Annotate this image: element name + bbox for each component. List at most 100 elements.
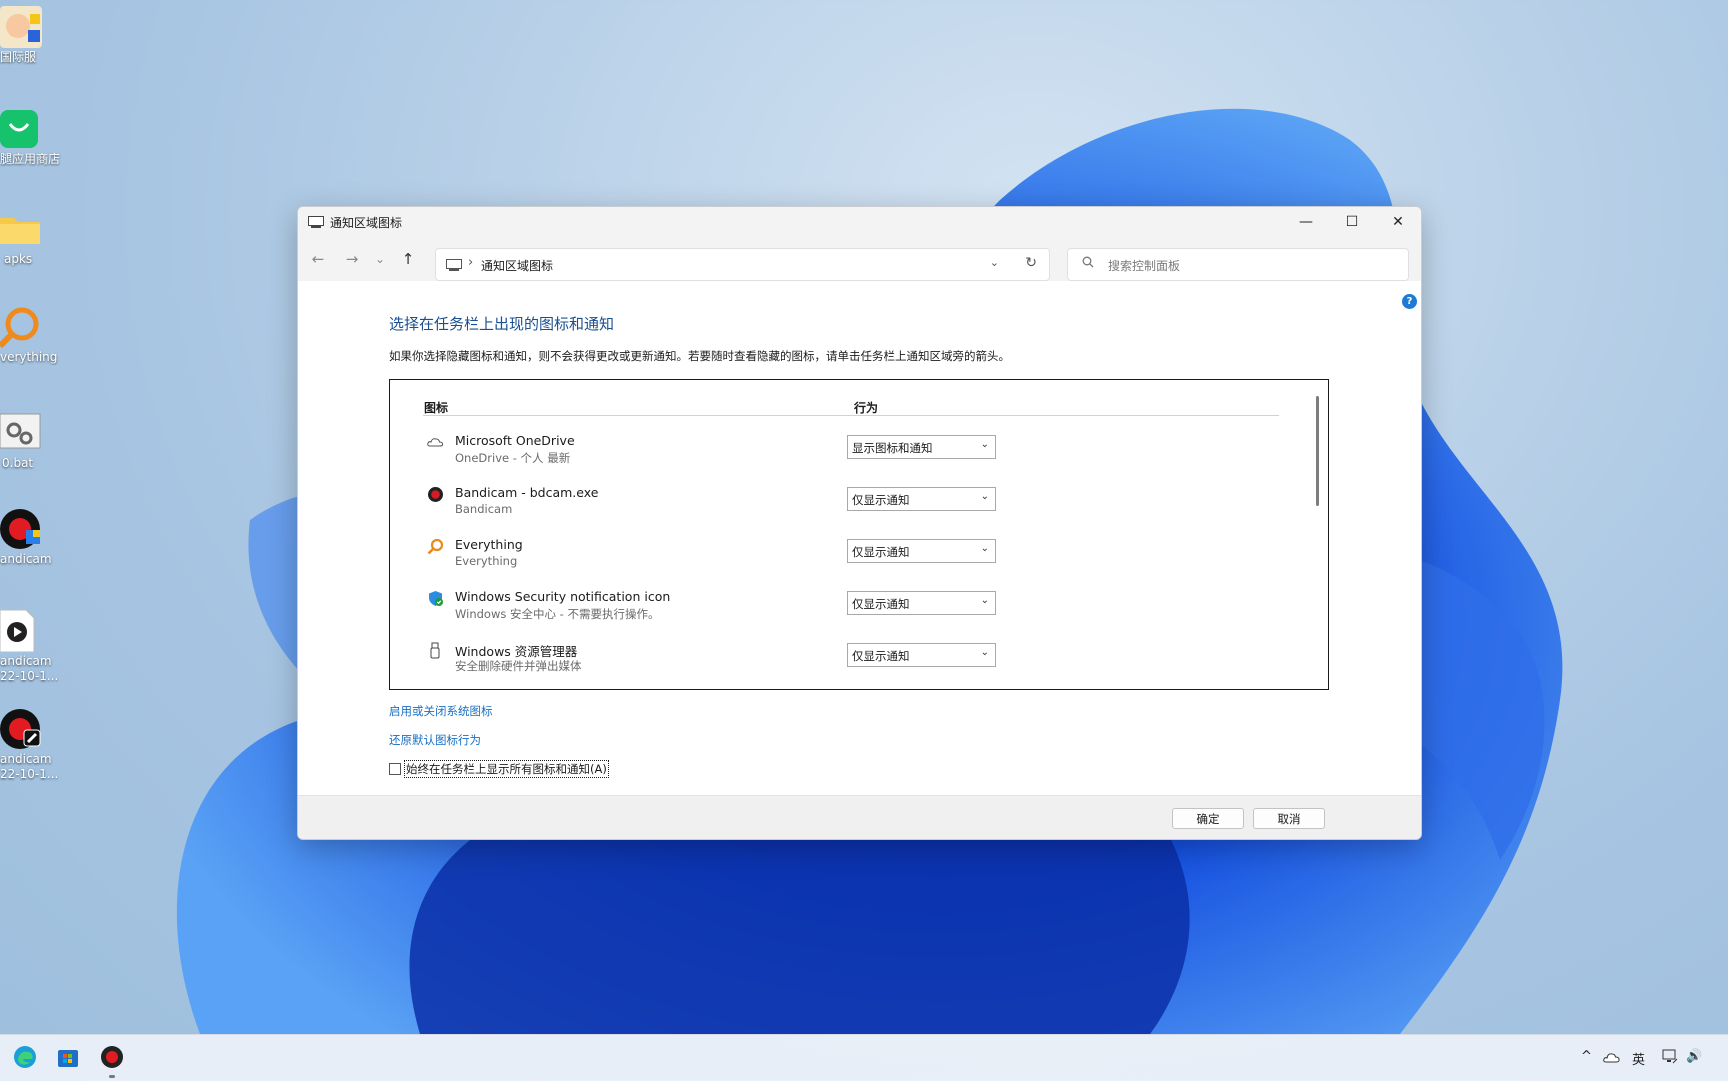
maximize-button[interactable]: ☐ bbox=[1329, 207, 1375, 237]
list-item: Bandicam - bdcam.exe Bandicam 仅显示通知 ⌄ bbox=[427, 481, 1307, 525]
desktop-icon-label: andicam bbox=[0, 654, 52, 668]
desktop-icon-label: 国际服 bbox=[0, 50, 37, 64]
control-panel-icon bbox=[308, 216, 324, 228]
search-icon bbox=[1082, 256, 1094, 268]
back-button[interactable]: ← bbox=[308, 249, 328, 269]
behavior-value: 显示图标和通知 bbox=[852, 441, 933, 455]
address-dropdown-button[interactable]: ⌄ bbox=[990, 256, 999, 269]
header-divider bbox=[423, 415, 1279, 416]
chevron-down-icon: ⌄ bbox=[980, 647, 989, 658]
taskbar: ^ 英 🔊 bbox=[0, 1034, 1728, 1081]
control-panel-icon bbox=[446, 259, 462, 271]
list-item: Microsoft OneDrive OneDrive - 个人 最新 显示图标… bbox=[427, 429, 1307, 473]
chevron-down-icon: ⌄ bbox=[980, 491, 989, 502]
column-header-icon: 图标 bbox=[424, 401, 449, 415]
desktop-icon-everything[interactable]: verything bbox=[0, 306, 70, 365]
ime-indicator[interactable]: 英 bbox=[1632, 1049, 1645, 1068]
store-icon[interactable] bbox=[55, 1044, 81, 1070]
item-description: OneDrive - 个人 最新 bbox=[455, 451, 571, 465]
ok-button[interactable]: 确定 bbox=[1172, 808, 1244, 829]
toggle-system-icons-link[interactable]: 启用或关闭系统图标 bbox=[389, 703, 493, 719]
always-show-all-row[interactable]: 始终在任务栏上显示所有图标和通知(A) bbox=[389, 760, 609, 778]
window-title: 通知区域图标 bbox=[330, 215, 403, 230]
desktop-icon-label: 0.bat bbox=[2, 456, 34, 470]
behavior-value: 仅显示通知 bbox=[852, 649, 910, 663]
behavior-value: 仅显示通知 bbox=[852, 545, 910, 559]
always-show-all-label[interactable]: 始终在任务栏上显示所有图标和通知(A) bbox=[404, 760, 609, 778]
list-item: Everything Everything 仅显示通知 ⌄ bbox=[427, 533, 1307, 577]
cloud-icon[interactable] bbox=[1603, 1051, 1621, 1063]
behavior-select[interactable]: 显示图标和通知 ⌄ bbox=[847, 435, 996, 459]
network-icon[interactable] bbox=[1661, 1049, 1679, 1065]
item-description: Everything bbox=[455, 554, 518, 568]
list-item: Windows Security notification icon Windo… bbox=[427, 585, 1307, 629]
item-description: Bandicam bbox=[455, 502, 513, 516]
bandicam-tool-icon bbox=[0, 708, 42, 750]
cancel-button[interactable]: 取消 bbox=[1253, 808, 1325, 829]
forward-button[interactable]: → bbox=[342, 249, 362, 269]
always-show-all-checkbox[interactable] bbox=[389, 763, 401, 775]
shield-icon bbox=[429, 591, 443, 606]
page-heading: 选择在任务栏上出现的图标和通知 bbox=[389, 315, 615, 333]
search-box[interactable]: 搜索控制面板 bbox=[1067, 248, 1409, 281]
folder-icon bbox=[0, 208, 42, 250]
desktop-icon-label-line2: 22-10-1... bbox=[0, 669, 59, 683]
behavior-value: 仅显示通知 bbox=[852, 493, 910, 507]
game-app-icon bbox=[0, 6, 42, 48]
behavior-select[interactable]: 仅显示通知 ⌄ bbox=[847, 487, 996, 511]
desktop-icon-apks[interactable]: apks bbox=[0, 208, 70, 267]
column-header-behavior: 行为 bbox=[854, 401, 879, 415]
behavior-select[interactable]: 仅显示通知 ⌄ bbox=[847, 539, 996, 563]
chevron-down-icon: ⌄ bbox=[980, 543, 989, 554]
cloud-icon bbox=[427, 438, 444, 447]
desktop-icon-store[interactable]: 腿应用商店 bbox=[0, 108, 70, 167]
scrollbar-thumb[interactable] bbox=[1316, 396, 1319, 506]
desktop-icon-bandicam[interactable]: andicam bbox=[0, 508, 70, 567]
desktop-icon-label: 腿应用商店 bbox=[0, 152, 61, 166]
item-description: 安全删除硬件并弹出媒体 bbox=[455, 659, 582, 673]
desktop-icon-label-line2: 22-10-1... bbox=[0, 767, 59, 781]
help-button[interactable]: ? bbox=[1402, 294, 1417, 309]
video-file-icon bbox=[0, 609, 42, 653]
desktop-icon-label: andicam bbox=[0, 752, 52, 766]
title-bar[interactable]: 通知区域图标 — ☐ ✕ bbox=[298, 207, 1421, 237]
recent-locations-button[interactable]: ⌄ bbox=[370, 249, 390, 269]
notification-icons-list[interactable]: 图标 行为 Microsoft OneDrive OneDrive - 个人 最… bbox=[389, 379, 1329, 690]
refresh-button[interactable]: ↻ bbox=[1025, 255, 1037, 271]
behavior-select[interactable]: 仅显示通知 ⌄ bbox=[847, 591, 996, 615]
desktop-icon-bandicam-video[interactable]: andicam 22-10-1... bbox=[0, 609, 70, 684]
minimize-button[interactable]: — bbox=[1283, 207, 1329, 237]
running-indicator bbox=[109, 1075, 115, 1078]
list-item: Windows 资源管理器 安全删除硬件并弹出媒体 仅显示通知 ⌄ bbox=[427, 637, 1307, 681]
restore-default-behaviors-link[interactable]: 还原默认图标行为 bbox=[389, 732, 481, 748]
behavior-value: 仅显示通知 bbox=[852, 597, 910, 611]
show-hidden-icons-button[interactable]: ^ bbox=[1581, 1049, 1592, 1064]
search-placeholder: 搜索控制面板 bbox=[1108, 259, 1181, 273]
app-store-icon bbox=[0, 108, 42, 150]
breadcrumb-separator[interactable]: › bbox=[468, 255, 473, 270]
chevron-down-icon: ⌄ bbox=[980, 595, 989, 606]
volume-icon[interactable]: 🔊 bbox=[1686, 1049, 1702, 1064]
close-button[interactable]: ✕ bbox=[1375, 207, 1421, 237]
address-bar[interactable]: › 通知区域图标 ⌄ ↻ bbox=[435, 248, 1050, 281]
desktop-icon-label: andicam bbox=[0, 552, 52, 566]
bandicam-icon[interactable] bbox=[99, 1044, 125, 1070]
chevron-down-icon: ⌄ bbox=[980, 439, 989, 450]
desktop-icon-bat[interactable]: 0.bat bbox=[0, 412, 70, 471]
gear-file-icon bbox=[0, 412, 42, 454]
page-description: 如果你选择隐藏图标和通知，则不会获得更改或更新通知。若要随时查看隐藏的图标，请单… bbox=[389, 349, 1010, 363]
item-name: Everything bbox=[455, 537, 523, 552]
item-name: Microsoft OneDrive bbox=[455, 433, 575, 448]
desktop-icon-game[interactable]: 国际服 bbox=[0, 6, 70, 65]
desktop-icon-bandicam-settings[interactable]: andicam 22-10-1... bbox=[0, 708, 70, 782]
desktop-icon-label: apks bbox=[4, 252, 33, 266]
record-icon bbox=[428, 487, 443, 502]
desktop-icon-label: verything bbox=[0, 350, 58, 364]
magnifier-icon bbox=[0, 306, 42, 349]
dialog-footer: 确定 取消 bbox=[298, 795, 1421, 839]
behavior-select[interactable]: 仅显示通知 ⌄ bbox=[847, 643, 996, 667]
edge-icon[interactable] bbox=[12, 1044, 38, 1070]
up-button[interactable]: ↑ bbox=[398, 249, 418, 269]
bandicam-icon bbox=[0, 508, 42, 550]
breadcrumb-current[interactable]: 通知区域图标 bbox=[481, 257, 553, 274]
